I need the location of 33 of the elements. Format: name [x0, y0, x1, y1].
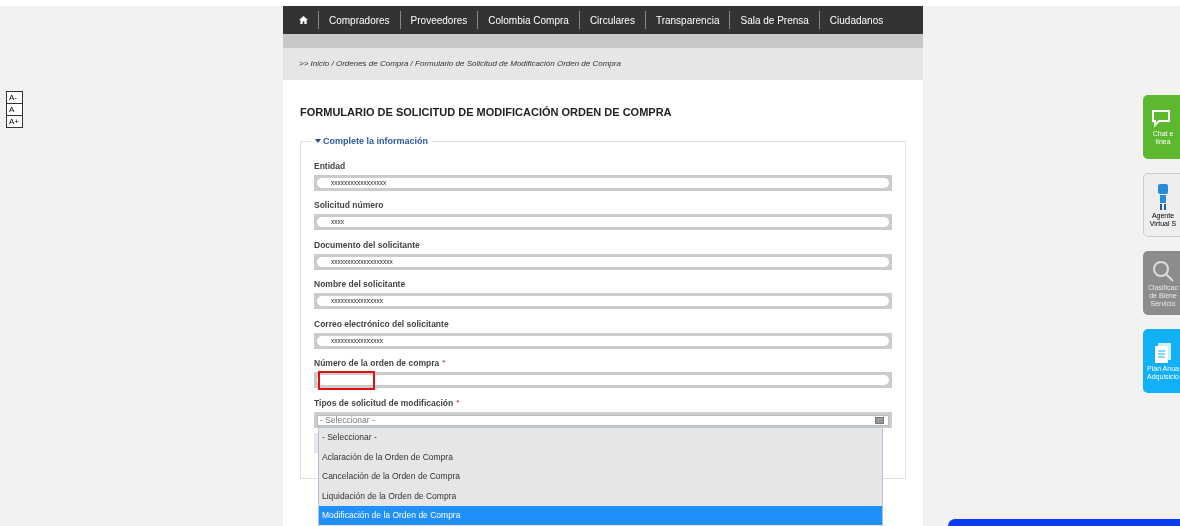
dropdown-icon: [875, 416, 884, 424]
breadcrumb: >> Inicio / Ordenes de Compra / Formulario de Solicitud de Modificación Orden de Compra: [299, 58, 621, 70]
field-label: Entidad: [314, 159, 346, 173]
home-icon: [299, 16, 308, 24]
chat-bar[interactable]: [948, 519, 1180, 526]
form-title: FORMULARIO DE SOLICITUD DE MODIFICACIÓN ORDEN DE COMPRA: [300, 105, 673, 120]
dropdown-option[interactable]: Cancelación de la Orden de Compra: [319, 466, 882, 487]
field-label: Nombre del solicitante: [314, 278, 406, 291]
field-label: Solicitud número: [314, 199, 384, 212]
robot-icon: [1157, 184, 1169, 210]
required-mark: *: [442, 357, 446, 369]
nav-link[interactable]: Proveedores: [400, 12, 478, 28]
dropdown-option[interactable]: Aclaración de la Orden de Compra: [319, 447, 882, 467]
nav-link[interactable]: Transparencia: [645, 12, 730, 28]
input-field[interactable]: [314, 372, 892, 388]
nav-link[interactable]: Compradores: [319, 12, 400, 28]
field-label: Documento del solicitante: [314, 238, 420, 252]
search-icon: [1152, 260, 1174, 282]
field-label: Correo electrónico del solicitante: [314, 317, 449, 331]
required-mark: *: [456, 396, 460, 409]
font-size-button[interactable]: A+: [6, 115, 23, 128]
error-highlight: [318, 371, 375, 390]
field-label: Número de la orden de compra: [314, 357, 440, 370]
nav-link[interactable]: Circulares: [579, 12, 645, 28]
dropdown-option[interactable]: Liquidación de la Orden de Compra: [319, 486, 882, 506]
nav-link[interactable]: Ciudadanos: [819, 12, 894, 28]
nav-link[interactable]: Colombia Compra: [478, 12, 579, 28]
nav-link[interactable]: Sala de Prensa: [730, 12, 819, 28]
document-icon: [1155, 343, 1171, 363]
dropdown-option[interactable]: - Seleccionar -: [319, 427, 882, 448]
caret-icon: [315, 139, 321, 144]
field-label: Tipos de solicitud de modificación: [314, 396, 454, 410]
dropdown-select[interactable]: - Seleccionar -: [317, 414, 889, 426]
